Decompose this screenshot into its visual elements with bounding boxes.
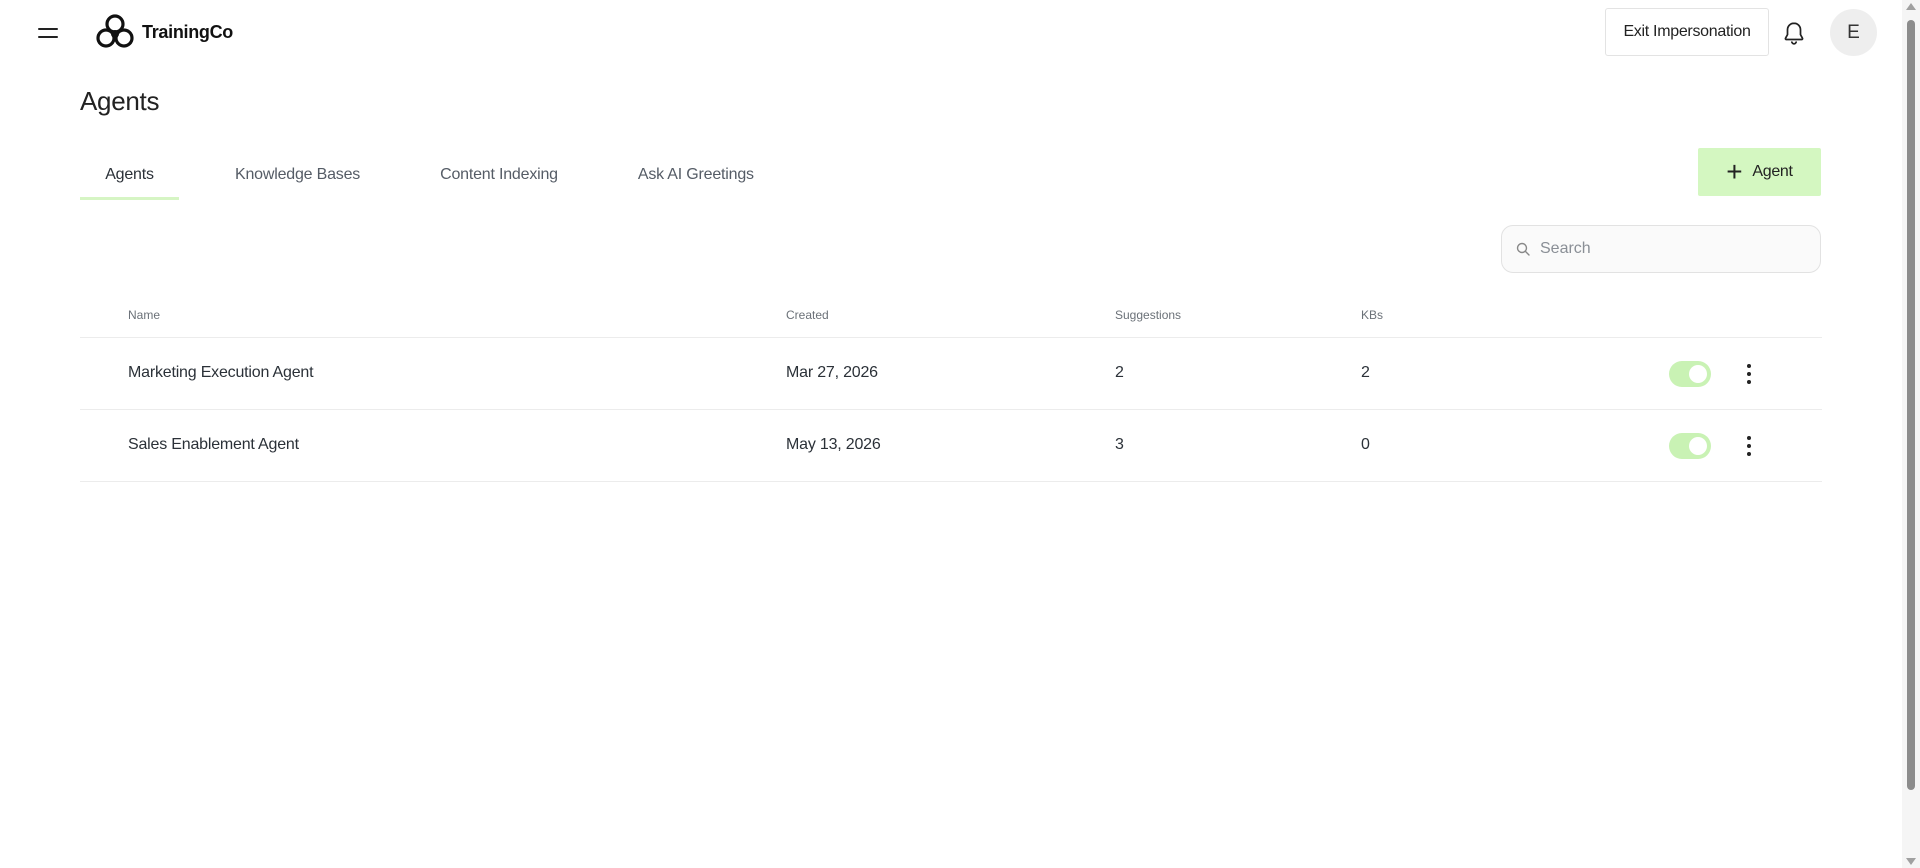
column-header-kbs[interactable]: KBs (1361, 308, 1383, 322)
kebab-icon[interactable] (1739, 431, 1759, 461)
brand-logo[interactable]: TrainingCo (94, 12, 233, 52)
brand-name: TrainingCo (142, 21, 233, 42)
table-header: Name Created Suggestions KBs (80, 296, 1822, 338)
table-row[interactable]: Marketing Execution Agent Mar 27, 2026 2… (80, 338, 1822, 410)
search-input[interactable] (1540, 240, 1800, 258)
page-scrollbar[interactable] (1902, 0, 1920, 868)
scroll-thumb[interactable] (1907, 20, 1915, 790)
table-row[interactable]: Sales Enablement Agent May 13, 2026 3 0 (80, 410, 1822, 482)
search-icon (1516, 242, 1530, 256)
agent-suggestions: 2 (1115, 364, 1124, 381)
kebab-icon[interactable] (1739, 359, 1759, 389)
page-title: Agents (80, 86, 160, 116)
plus-icon: + (1726, 156, 1743, 187)
agent-kbs: 2 (1361, 364, 1370, 381)
add-agent-button[interactable]: + Agent (1698, 148, 1821, 196)
column-header-name[interactable]: Name (128, 308, 160, 322)
agent-created: May 13, 2026 (786, 436, 881, 453)
user-avatar[interactable]: E (1830, 9, 1877, 56)
exit-impersonation-button[interactable]: Exit Impersonation (1605, 8, 1769, 56)
add-agent-label: Agent (1752, 163, 1793, 180)
tab-bar: Agents Knowledge Bases Content Indexing … (80, 150, 754, 200)
trainingco-logo-icon (96, 14, 134, 48)
agents-table: Name Created Suggestions KBs Marketing E… (80, 296, 1822, 482)
tab-content-indexing[interactable]: Content Indexing (440, 150, 558, 200)
scroll-up-icon[interactable] (1906, 3, 1916, 10)
agent-name[interactable]: Sales Enablement Agent (128, 436, 299, 454)
menu-icon[interactable] (34, 22, 62, 44)
bell-icon[interactable] (1781, 20, 1807, 46)
tab-agents[interactable]: Agents (80, 150, 179, 200)
agent-created: Mar 27, 2026 (786, 364, 878, 381)
agent-suggestions: 3 (1115, 436, 1124, 453)
column-header-created[interactable]: Created (786, 308, 829, 322)
agent-enabled-toggle[interactable] (1669, 361, 1711, 387)
scroll-down-icon[interactable] (1906, 858, 1916, 865)
search-box (1501, 225, 1821, 273)
agent-enabled-toggle[interactable] (1669, 433, 1711, 459)
agent-name[interactable]: Marketing Execution Agent (128, 364, 314, 382)
top-bar: TrainingCo Exit Impersonation E (0, 0, 1900, 66)
tab-knowledge-bases[interactable]: Knowledge Bases (235, 150, 360, 200)
column-header-suggestions[interactable]: Suggestions (1115, 308, 1181, 322)
tab-ask-ai-greetings[interactable]: Ask AI Greetings (638, 150, 754, 200)
agent-kbs: 0 (1361, 436, 1370, 453)
